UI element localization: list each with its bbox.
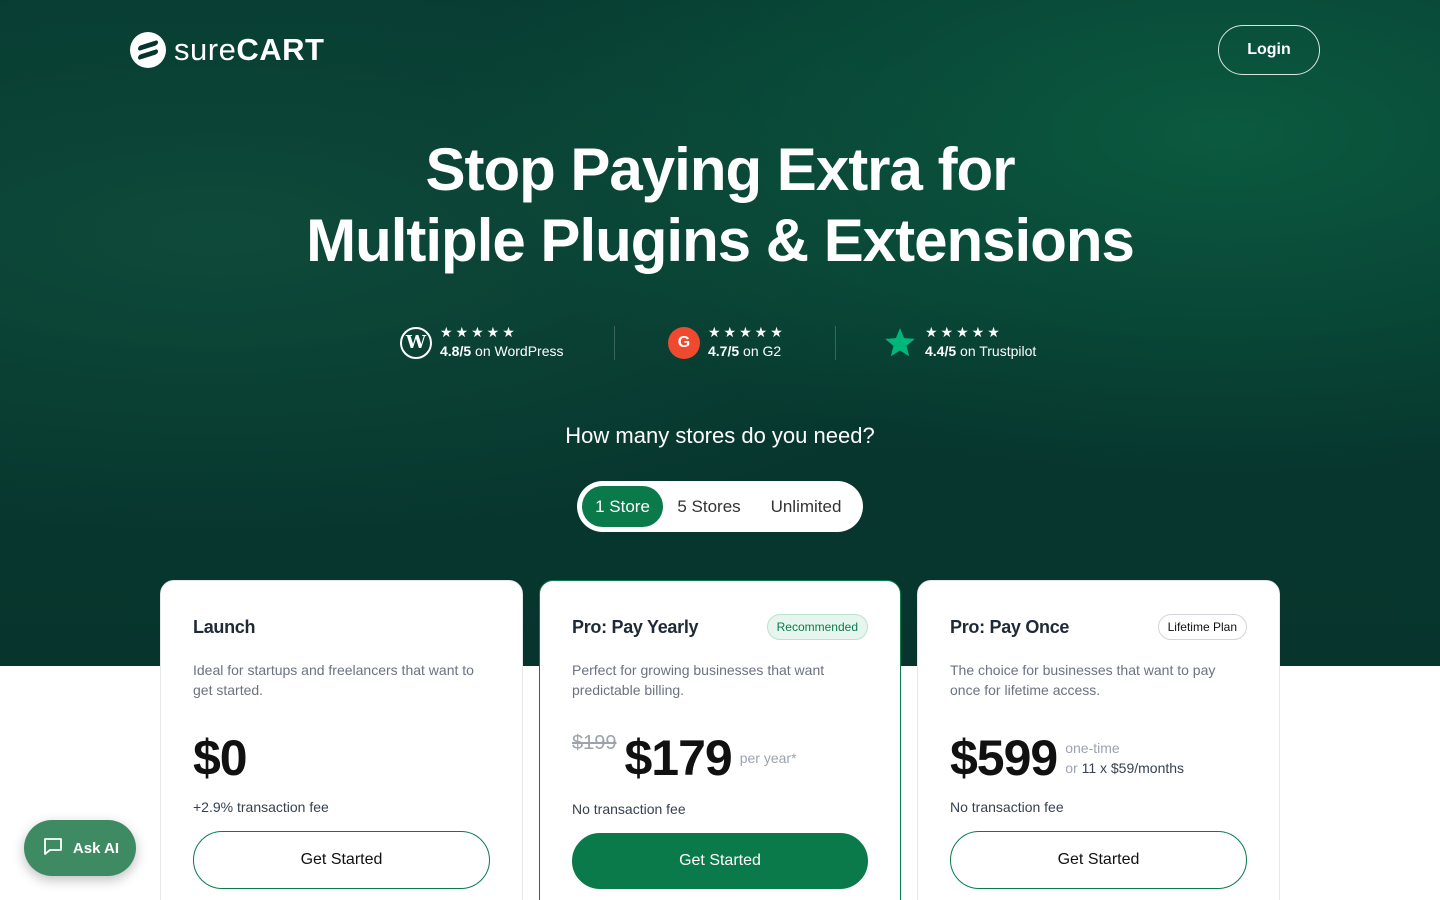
ask-ai-label: Ask AI: [72, 839, 120, 857]
rating-score: 4.8/5: [440, 343, 472, 359]
surecart-logo[interactable]: sureCART: [130, 32, 324, 68]
recommended-badge: Recommended: [766, 614, 868, 640]
rating-g2: G ★★★★★ 4.7/5 on G2: [668, 325, 786, 360]
chat-bubble-icon: [41, 834, 65, 862]
plan-fee: +2.9% transaction fee: [193, 799, 329, 815]
plan-title: Pro: Pay Once: [950, 616, 1070, 637]
get-started-button[interactable]: Get Started: [572, 833, 868, 889]
plan-description: The choice for businesses that want to p…: [950, 662, 1216, 698]
toggle-option-unlimited[interactable]: Unlimited: [755, 486, 857, 527]
plan-payment-terms: one-time or 11 x $59/months: [1065, 738, 1184, 778]
toggle-option-1-store[interactable]: 1 Store: [582, 486, 663, 527]
plan-fee: No transaction fee: [950, 799, 1064, 815]
rating-score: 4.4/5: [925, 343, 957, 359]
headline-line-1: Stop Paying Extra for: [425, 136, 1015, 203]
plan-price: $599: [950, 730, 1058, 786]
plan-card-pro-once: Pro: Pay Once Lifetime Plan The choice f…: [917, 580, 1280, 900]
store-count-question: How many stores do you need?: [565, 423, 875, 448]
plan-description: Perfect for growing businesses that want…: [572, 662, 825, 698]
trustpilot-star-icon: [883, 326, 917, 360]
rating-trustpilot: ★★★★★ 4.4/5 on Trustpilot: [883, 325, 1036, 360]
rating-wordpress: W ★★★★★ 4.8/5 on WordPress: [400, 325, 563, 360]
rating-source: on G2: [739, 343, 782, 359]
plan-card-pro-yearly: Pro: Pay Yearly Recommended Perfect for …: [539, 580, 901, 900]
get-started-button[interactable]: Get Started: [950, 831, 1247, 889]
rating-stars: ★★★★★: [708, 324, 786, 340]
hero-headline: Stop Paying Extra for Multiple Plugins &…: [0, 134, 1440, 276]
rating-source: on WordPress: [471, 343, 564, 359]
toggle-option-5-stores[interactable]: 5 Stores: [663, 486, 755, 527]
plan-fee: No transaction fee: [572, 801, 686, 817]
plan-card-launch: Launch Ideal for startups and freelancer…: [160, 580, 523, 900]
plan-old-price: $199: [572, 732, 617, 754]
rating-source: on Trustpilot: [956, 343, 1037, 359]
plan-installment: 11 x $59/months: [1081, 760, 1185, 776]
plan-title: Launch: [193, 616, 256, 637]
surecart-logo-icon: [130, 32, 166, 68]
rating-divider: [614, 326, 615, 360]
plan-price: $179: [624, 730, 733, 786]
plan-title: Pro: Pay Yearly: [572, 616, 699, 637]
store-count-toggle: 1 Store 5 Stores Unlimited: [577, 481, 863, 532]
ask-ai-button[interactable]: Ask AI: [24, 820, 136, 876]
installment-prefix: or: [1065, 760, 1082, 776]
rating-stars: ★★★★★: [440, 324, 518, 340]
plan-period: one-time: [1065, 740, 1120, 756]
plan-price: $0: [193, 730, 248, 786]
wordpress-icon: W: [400, 326, 432, 359]
logo-wordmark: sureCART: [174, 32, 325, 67]
plan-description: Ideal for startups and freelancers that …: [193, 662, 474, 698]
g2-icon: G: [668, 326, 700, 359]
get-started-button[interactable]: Get Started: [193, 831, 490, 889]
rating-divider: [835, 326, 836, 360]
lifetime-plan-badge: Lifetime Plan: [1157, 614, 1247, 640]
headline-line-2: Multiple Plugins & Extensions: [306, 207, 1135, 274]
login-button[interactable]: Login: [1218, 25, 1320, 75]
rating-score: 4.7/5: [708, 343, 740, 359]
rating-stars: ★★★★★: [925, 324, 1003, 340]
plan-period: per year*: [739, 750, 797, 766]
